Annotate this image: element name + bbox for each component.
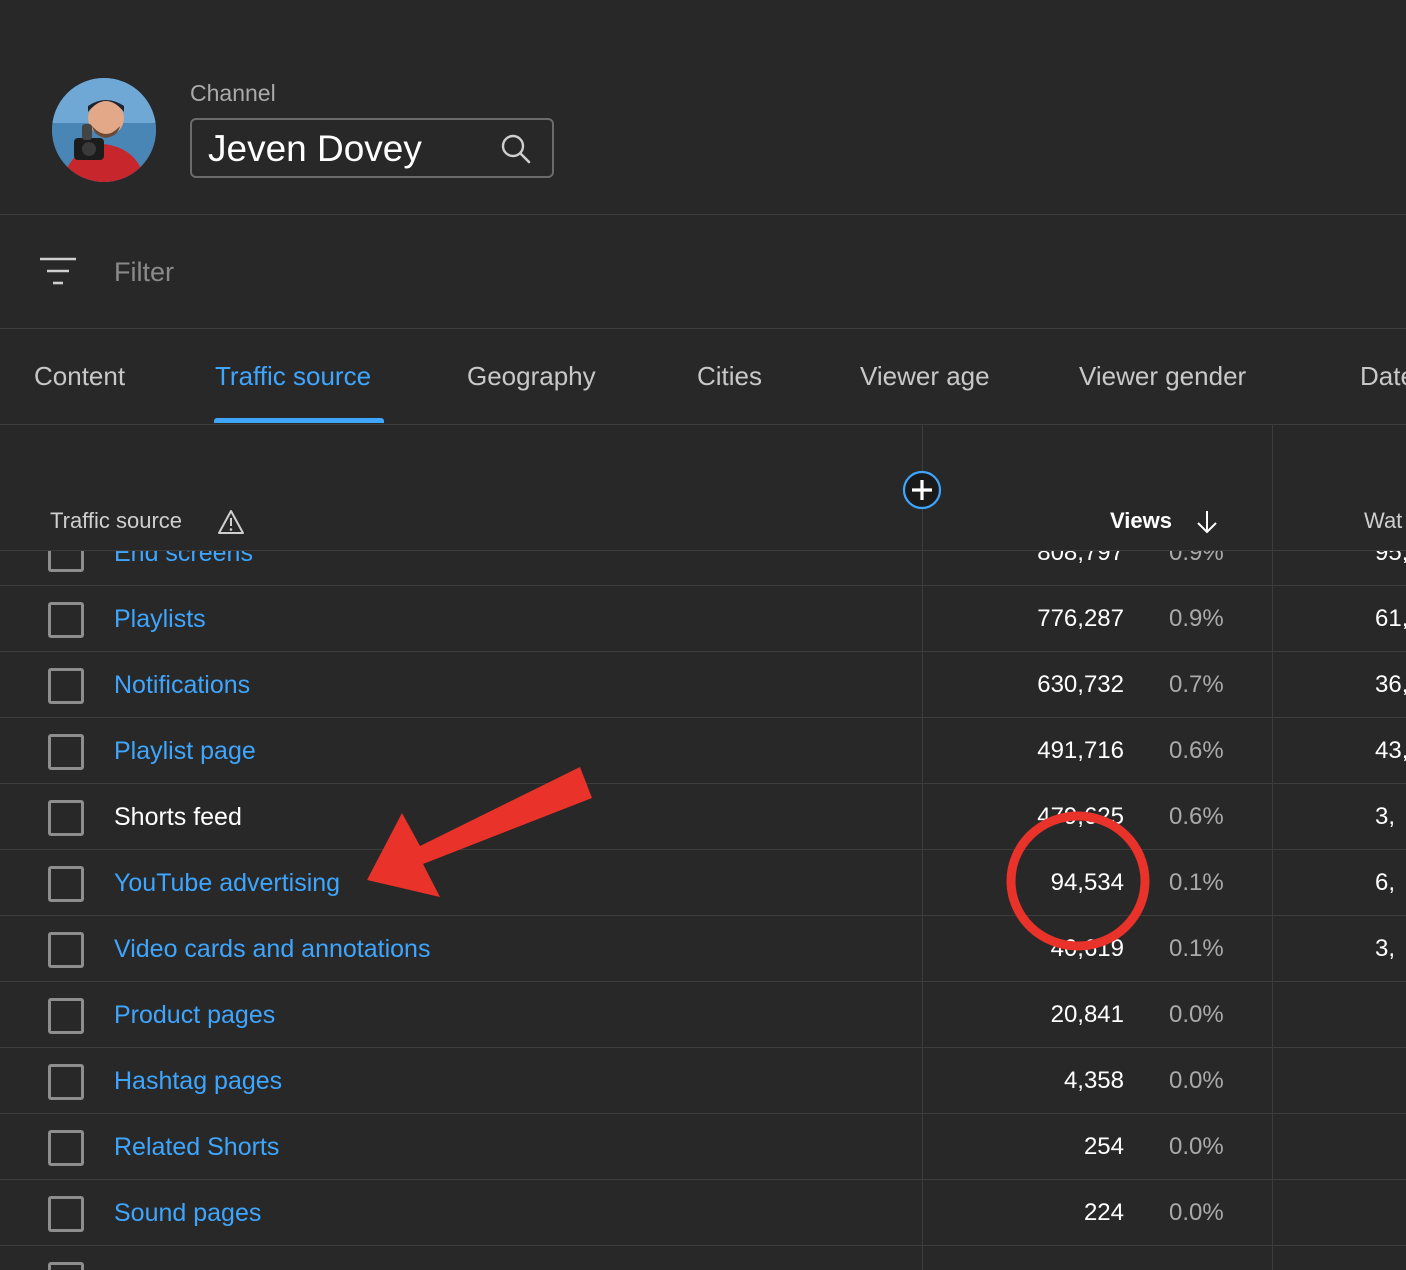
views-value: 776,287 (1037, 605, 1124, 632)
views-percent: 0.0% (1169, 1001, 1224, 1028)
traffic-source-link[interactable]: Playlist page (114, 737, 256, 766)
watch-time-value: 6, (1375, 869, 1396, 896)
channel-name: Jeven Dovey (208, 128, 422, 169)
table-row[interactable]: Product pages 20,841 0.0% (0, 982, 1406, 1048)
row-checkbox[interactable] (48, 866, 84, 902)
views-percent: 0.1% (1169, 869, 1224, 896)
channel-label: Channel (190, 80, 276, 106)
table-row[interactable] (0, 1246, 1406, 1270)
views-value: 630,732 (1037, 671, 1124, 698)
dimension-tabs: Content Traffic source Geography Cities … (0, 329, 1406, 425)
channel-avatar[interactable] (52, 78, 156, 182)
traffic-source-label: Shorts feed (114, 803, 242, 831)
views-percent: 0.9% (1169, 551, 1224, 566)
views-value: 254 (1083, 1133, 1124, 1160)
traffic-source-link[interactable]: Sound pages (114, 1199, 261, 1228)
table-row[interactable]: Playlist page 491,716 0.6% 43, (0, 718, 1406, 784)
watch-time-value: 36, (1375, 671, 1406, 698)
active-tab-indicator (214, 418, 384, 423)
row-checkbox[interactable] (48, 1064, 84, 1100)
tab-traffic-source[interactable]: Traffic source (215, 361, 371, 392)
channel-selector[interactable]: Jeven Dovey (190, 118, 554, 178)
column-header-views[interactable]: Views (1110, 508, 1172, 534)
tab-viewer-gender[interactable]: Viewer gender (1079, 361, 1246, 392)
row-checkbox[interactable] (48, 998, 84, 1034)
row-checkbox[interactable] (48, 551, 84, 572)
add-column-icon[interactable] (902, 470, 942, 510)
traffic-source-link[interactable]: Hashtag pages (114, 1067, 282, 1096)
views-percent: 0.7% (1169, 671, 1224, 698)
traffic-source-link[interactable]: Related Shorts (114, 1133, 279, 1162)
analytics-page: Channel Jeven Dovey Filter Content Traff… (0, 0, 1406, 1270)
traffic-source-link[interactable]: Playlists (114, 605, 206, 634)
traffic-source-link[interactable]: End screens (114, 551, 253, 568)
views-percent: 0.9% (1169, 605, 1224, 632)
watch-time-value: 95, (1375, 551, 1406, 566)
sort-descending-icon[interactable] (1195, 509, 1219, 535)
column-header-traffic-source[interactable]: Traffic source (50, 508, 182, 534)
table-row[interactable]: End screens 808,797 0.9% 95, (0, 551, 1406, 586)
views-value: 94,534 (1050, 869, 1124, 896)
filter-bar[interactable]: Filter (0, 215, 1406, 329)
column-header-watch-time[interactable]: Wat (1364, 508, 1402, 534)
tab-viewer-age[interactable]: Viewer age (860, 361, 990, 392)
traffic-source-link[interactable]: Notifications (114, 671, 250, 700)
traffic-source-table: End screens 808,797 0.9% 95, Playlists 7… (0, 551, 1406, 1270)
views-value: 808,797 (1037, 551, 1124, 566)
traffic-source-link[interactable]: YouTube advertising (114, 869, 340, 898)
tab-content[interactable]: Content (34, 361, 125, 392)
row-checkbox[interactable] (48, 1262, 84, 1270)
tab-cities[interactable]: Cities (697, 361, 762, 392)
table-row[interactable]: Notifications 630,732 0.7% 36, (0, 652, 1406, 718)
tab-date[interactable]: Date (1360, 361, 1406, 392)
watch-time-value: 61, (1375, 605, 1406, 632)
tab-geography[interactable]: Geography (467, 361, 596, 392)
filter-icon[interactable] (38, 255, 78, 287)
views-percent: 0.1% (1169, 935, 1224, 962)
views-percent: 0.0% (1169, 1199, 1224, 1226)
search-icon[interactable] (500, 133, 532, 165)
filter-input[interactable]: Filter (114, 257, 174, 288)
table-row[interactable]: Sound pages 224 0.0% (0, 1180, 1406, 1246)
channel-header: Channel Jeven Dovey (0, 0, 1406, 215)
views-percent: 0.0% (1169, 1133, 1224, 1160)
row-checkbox[interactable] (48, 734, 84, 770)
traffic-source-link[interactable]: Video cards and annotations (114, 935, 430, 964)
table-row[interactable]: Related Shorts 254 0.0% (0, 1114, 1406, 1180)
views-value: 224 (1083, 1199, 1124, 1226)
views-value: 491,716 (1037, 737, 1124, 764)
row-checkbox[interactable] (48, 1130, 84, 1166)
watch-time-value: 43, (1375, 737, 1406, 764)
table-row[interactable]: YouTube advertising 94,534 0.1% 6, (0, 850, 1406, 916)
row-checkbox[interactable] (48, 800, 84, 836)
table-row[interactable]: Hashtag pages 4,358 0.0% (0, 1048, 1406, 1114)
table-row[interactable]: Playlists 776,287 0.9% 61, (0, 586, 1406, 652)
views-percent: 0.0% (1169, 1067, 1224, 1094)
views-value: 479,625 (1037, 803, 1124, 830)
traffic-source-link[interactable]: Product pages (114, 1001, 275, 1030)
warning-icon[interactable] (217, 509, 245, 535)
watch-time-value: 3, (1375, 935, 1396, 962)
row-checkbox[interactable] (48, 1196, 84, 1232)
views-value: 40,619 (1050, 935, 1124, 962)
row-checkbox[interactable] (48, 932, 84, 968)
watch-time-value: 3, (1375, 803, 1396, 830)
table-row[interactable]: Shorts feed 479,625 0.6% 3, (0, 784, 1406, 850)
table-row[interactable]: Video cards and annotations 40,619 0.1% … (0, 916, 1406, 982)
row-checkbox[interactable] (48, 668, 84, 704)
views-value: 20,841 (1050, 1001, 1124, 1028)
views-percent: 0.6% (1169, 803, 1224, 830)
row-checkbox[interactable] (48, 602, 84, 638)
views-value: 4,358 (1063, 1067, 1124, 1094)
views-percent: 0.6% (1169, 737, 1224, 764)
